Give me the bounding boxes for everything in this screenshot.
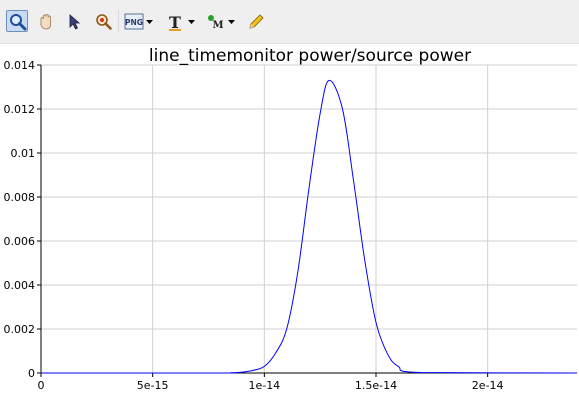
chevron-down-icon — [188, 20, 195, 24]
y-tick-label: 0.008 — [4, 191, 36, 204]
arrow-pointer-icon — [69, 14, 81, 30]
marker-tool-button[interactable]: M — [204, 10, 236, 32]
zoom-button[interactable] — [6, 10, 28, 32]
y-tick-label: 0.01 — [11, 147, 36, 160]
chart-title: line_timemonitor power/source power — [149, 46, 471, 66]
marker-icon-label: M — [212, 20, 223, 31]
x-tick-label: 0 — [38, 379, 45, 392]
pan-button[interactable] — [34, 10, 56, 32]
y-tick-label: 0.004 — [4, 279, 36, 292]
toolbar-separator — [118, 10, 119, 32]
chevron-down-icon — [228, 20, 235, 24]
x-tick-label: 2e-14 — [472, 379, 504, 392]
axes — [37, 64, 577, 377]
line-chart: 0 5e-15 1e-14 1.5e-14 2e-14 0 0.002 0.004 0.006 0… — [4, 46, 578, 392]
data-cursor-button[interactable] — [92, 10, 114, 32]
x-tick-label: 5e-15 — [137, 379, 169, 392]
text-tool-button[interactable]: T — [164, 10, 196, 32]
x-tick-label: 1e-14 — [248, 379, 280, 392]
pencil-icon — [249, 14, 264, 29]
y-tick-label: 0 — [28, 367, 35, 380]
magnifier-zoom-icon — [10, 14, 27, 31]
y-tick-label: 0.002 — [4, 323, 36, 336]
grid-lines — [41, 64, 577, 373]
chevron-down-icon — [146, 20, 153, 24]
data-cursor-icon — [96, 14, 112, 30]
y-tick-label: 0.014 — [4, 59, 36, 72]
plot-toolbar: PNG T M — [0, 0, 579, 44]
text-tool-icon: T — [169, 13, 181, 32]
marker-tool-icon: M — [208, 15, 224, 31]
export-png-button[interactable]: PNG — [122, 10, 154, 32]
x-tick-label: 1.5e-14 — [355, 379, 397, 392]
png-export-icon: PNG — [124, 13, 144, 30]
png-icon-label: PNG — [125, 18, 143, 27]
select-button[interactable] — [63, 10, 85, 32]
y-tick-label: 0.006 — [4, 235, 36, 248]
hand-pan-icon — [40, 13, 52, 30]
draw-button[interactable] — [244, 10, 266, 32]
y-tick-label: 0.012 — [4, 103, 36, 116]
